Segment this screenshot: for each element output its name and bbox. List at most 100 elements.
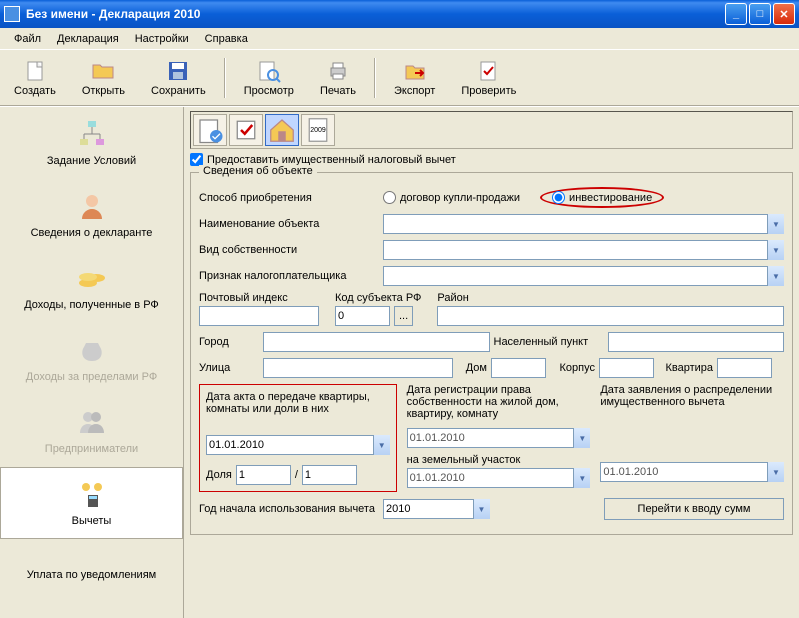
- toolbar-separator: [224, 58, 226, 98]
- subject-code-input[interactable]: [335, 306, 390, 326]
- close-button[interactable]: ✕: [773, 3, 795, 25]
- object-name-label: Наименование объекта: [199, 218, 379, 230]
- subject-code-lookup-button[interactable]: ...: [394, 306, 413, 326]
- calculator-people-icon: [76, 479, 108, 511]
- region-input[interactable]: [437, 306, 784, 326]
- go-to-sums-button[interactable]: Перейти к вводу сумм: [604, 498, 784, 520]
- date-reg-group: Дата регистрации права собственности на …: [407, 384, 591, 492]
- chevron-down-icon[interactable]: ▼: [767, 240, 784, 260]
- minimize-button[interactable]: _: [725, 3, 747, 25]
- date-decl-label: Дата заявления о распределении имуществе…: [600, 384, 784, 442]
- preview-button[interactable]: Просмотр: [236, 57, 302, 99]
- sidebar-item-deductions[interactable]: Вычеты: [0, 467, 183, 539]
- chevron-down-icon[interactable]: ▼: [373, 435, 390, 455]
- chevron-down-icon[interactable]: ▼: [767, 214, 784, 234]
- acquisition-method-label: Способ приобретения: [199, 192, 379, 204]
- sidebar-item-income-rf[interactable]: Доходы, полученные в РФ: [0, 251, 183, 323]
- building-label: Корпус: [550, 362, 595, 374]
- building-input[interactable]: [599, 358, 654, 378]
- coins-icon: [76, 263, 108, 295]
- tab-social[interactable]: [229, 114, 263, 146]
- save-button[interactable]: Сохранить: [143, 57, 214, 99]
- sidebar-item-notifications[interactable]: Уплата по уведомлениям: [0, 539, 183, 611]
- fieldset-legend: Сведения об объекте: [199, 165, 317, 177]
- date-act-input[interactable]: [206, 435, 390, 455]
- sidebar: Задание Условий Сведения о декларанте До…: [0, 107, 184, 618]
- share-numerator-input[interactable]: [236, 465, 291, 485]
- house-label: Дом: [457, 362, 487, 374]
- sidebar-label: Уплата по уведомлениям: [27, 569, 156, 581]
- floppy-icon: [166, 59, 190, 83]
- taxpayer-sign-combo[interactable]: [383, 266, 784, 286]
- taxpayer-sign-label: Признак налогоплательщика: [199, 270, 379, 282]
- object-info-fieldset: Сведения об объекте Способ приобретения …: [190, 172, 793, 535]
- check-button[interactable]: Проверить: [453, 57, 524, 99]
- city-label: Город: [199, 336, 259, 348]
- titlebar: Без имени - Декларация 2010 _ □ ✕: [0, 0, 799, 28]
- house-input[interactable]: [491, 358, 546, 378]
- share-label: Доля: [206, 469, 232, 481]
- radio-contract[interactable]: договор купли-продажи: [383, 191, 520, 204]
- settlement-input[interactable]: [608, 332, 785, 352]
- object-name-combo[interactable]: [383, 214, 784, 234]
- sidebar-label: Сведения о декларанте: [31, 227, 153, 239]
- content-panel: 2009 Предоставить имущественный налоговы…: [184, 107, 799, 618]
- street-input[interactable]: [263, 358, 453, 378]
- menu-declaration[interactable]: Декларация: [49, 31, 127, 47]
- sidebar-item-declarant[interactable]: Сведения о декларанте: [0, 179, 183, 251]
- window-title: Без имени - Декларация 2010: [26, 7, 725, 21]
- postal-input[interactable]: [199, 306, 319, 326]
- new-file-icon: [23, 59, 47, 83]
- sidebar-label: Доходы за пределами РФ: [26, 371, 157, 383]
- briefcase-icon: [76, 407, 108, 439]
- person-icon: [76, 191, 108, 223]
- check-page-icon: [477, 59, 501, 83]
- region-label: Район: [437, 292, 468, 304]
- export-icon: [403, 59, 427, 83]
- tab-2009[interactable]: 2009: [301, 114, 335, 146]
- print-button[interactable]: Печать: [312, 57, 364, 99]
- sidebar-label: Задание Условий: [47, 155, 136, 167]
- sidebar-label: Предприниматели: [45, 443, 138, 455]
- create-button[interactable]: Создать: [6, 57, 64, 99]
- sidebar-item-entrepreneurs: Предприниматели: [0, 395, 183, 467]
- sidebar-item-conditions[interactable]: Задание Условий: [0, 107, 183, 179]
- year-start-label: Год начала использования вычета: [199, 503, 379, 515]
- date-act-group: Дата акта о передаче квартиры, комнаты и…: [199, 384, 397, 492]
- share-denominator-input[interactable]: [302, 465, 357, 485]
- menu-help[interactable]: Справка: [197, 31, 256, 47]
- app-icon: [4, 6, 20, 22]
- tab-standard[interactable]: [193, 114, 227, 146]
- date-reg-input: [407, 428, 591, 448]
- settlement-label: Населенный пункт: [494, 336, 604, 348]
- folder-open-icon: [91, 59, 115, 83]
- printer-icon: [326, 59, 350, 83]
- ownership-combo[interactable]: [383, 240, 784, 260]
- export-button[interactable]: Экспорт: [386, 57, 443, 99]
- money-bag-icon: [76, 335, 108, 367]
- subject-code-label: Код субъекта РФ: [335, 292, 421, 304]
- radio-investment[interactable]: инвестирование: [540, 187, 664, 208]
- chevron-down-icon: ▼: [767, 462, 784, 482]
- menu-settings[interactable]: Настройки: [127, 31, 197, 47]
- street-label: Улица: [199, 362, 259, 374]
- tab-property[interactable]: [265, 114, 299, 146]
- ownership-label: Вид собственности: [199, 244, 379, 256]
- menu-file[interactable]: Файл: [6, 31, 49, 47]
- chevron-down-icon[interactable]: ▼: [767, 266, 784, 286]
- chevron-down-icon: ▼: [573, 428, 590, 448]
- menubar: Файл Декларация Настройки Справка: [0, 28, 799, 50]
- maximize-button[interactable]: □: [749, 3, 771, 25]
- apartment-input[interactable]: [717, 358, 772, 378]
- date-land-input: [407, 468, 591, 488]
- open-button[interactable]: Открыть: [74, 57, 133, 99]
- apartment-label: Квартира: [658, 362, 713, 374]
- sidebar-item-income-foreign: Доходы за пределами РФ: [0, 323, 183, 395]
- preview-icon: [257, 59, 281, 83]
- chevron-down-icon[interactable]: ▼: [473, 499, 490, 519]
- city-input[interactable]: [263, 332, 490, 352]
- chevron-down-icon: ▼: [573, 468, 590, 488]
- land-lot-label: на земельный участок: [407, 454, 591, 466]
- date-decl-group: Дата заявления о распределении имуществе…: [600, 384, 784, 492]
- provide-deduction-label: Предоставить имущественный налоговый выч…: [207, 154, 456, 166]
